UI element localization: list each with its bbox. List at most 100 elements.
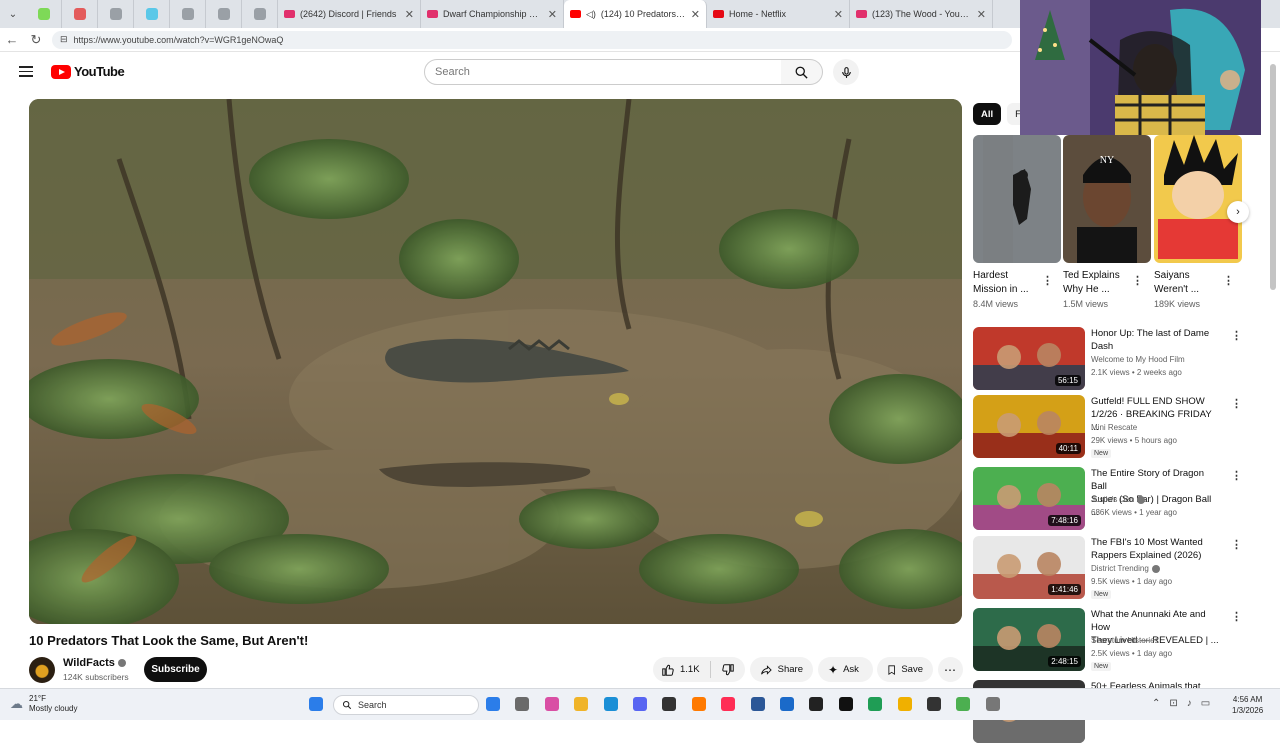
tab-search-chevron-icon[interactable]: ⌄	[0, 0, 26, 28]
taskbar-app-icon[interactable]	[486, 697, 500, 711]
speaker-icon[interactable]: ◁)	[586, 9, 596, 20]
network-icon[interactable]: ⊡	[1169, 698, 1177, 709]
page-scrollbar[interactable]	[1268, 56, 1278, 684]
browser-tab[interactable]: ◁) (124) 10 Predators That L ✕	[564, 0, 707, 28]
ask-button[interactable]: ✦ Ask	[818, 657, 873, 682]
taskbar-app-icon[interactable]	[897, 697, 912, 711]
scrollbar-thumb[interactable]	[1270, 64, 1276, 290]
recommended-video[interactable]: 7:48:16 The Entire Story of Dragon Ball Su…	[973, 467, 1253, 531]
recommended-video[interactable]: 2:48:15 What the Anunnaki Ate and How They…	[973, 608, 1253, 672]
recommended-more-icon[interactable]: ⋮	[1231, 538, 1242, 551]
recommended-thumbnail[interactable]: 7:48:16	[973, 467, 1085, 530]
taskbar-app-icon[interactable]	[750, 697, 765, 711]
dislike-button[interactable]	[711, 663, 745, 677]
taskbar-app-icon[interactable]	[868, 697, 883, 711]
back-arrow-icon[interactable]: ←	[0, 28, 24, 52]
tab-close-icon[interactable]: ✕	[977, 8, 986, 21]
short-thumbnail[interactable]	[973, 135, 1061, 263]
subscribe-button[interactable]: Subscribe	[144, 657, 207, 682]
recommended-video[interactable]: 1:41:46 The FBI's 10 Most Wanted Rappers E…	[973, 536, 1253, 600]
short-more-icon[interactable]: ⋮	[1223, 274, 1234, 287]
pinned-tab[interactable]	[62, 0, 98, 28]
taskbar-app-icon[interactable]	[956, 697, 971, 711]
pinned-tab[interactable]	[26, 0, 62, 28]
search-button[interactable]	[781, 59, 823, 85]
recommended-channel[interactable]: Justin's Den	[1091, 495, 1146, 504]
taskbar-app-icon[interactable]	[574, 697, 589, 711]
tab-close-icon[interactable]: ✕	[834, 8, 843, 21]
pinned-tab[interactable]	[242, 0, 278, 28]
tab-title: Dwarf Championship KO - Yo	[443, 9, 543, 19]
taskbar-app-icon[interactable]	[515, 697, 530, 711]
recommended-thumbnail[interactable]: 56:15	[973, 327, 1085, 390]
channel-name-link[interactable]: WildFacts	[63, 657, 126, 669]
taskbar-app-icon[interactable]	[691, 697, 706, 711]
taskbar-app-icon[interactable]	[927, 697, 941, 711]
recommended-channel[interactable]: Secretum Histories	[1091, 636, 1159, 645]
pinned-tab[interactable]	[98, 0, 134, 28]
chip-all[interactable]: All	[973, 103, 1002, 125]
tab-favicon-icon	[284, 10, 295, 18]
taskbar-search-box[interactable]: Search	[333, 695, 479, 715]
short-more-icon[interactable]: ⋮	[1042, 274, 1053, 287]
pinned-tab[interactable]	[206, 0, 242, 28]
weather-widget[interactable]: ☁ 21°F Mostly cloudy	[10, 694, 77, 714]
recommended-thumbnail[interactable]: 1:41:46	[973, 536, 1085, 599]
save-button[interactable]: Save	[877, 657, 933, 682]
recommended-more-icon[interactable]: ⋮	[1231, 610, 1242, 623]
recommended-video[interactable]: 40:11 Gutfeld! FULL END SHOW 1/2/26 · BREA…	[973, 395, 1253, 459]
tab-close-icon[interactable]: ✕	[691, 8, 700, 21]
like-button[interactable]: 1.1K	[653, 661, 711, 678]
browser-tab[interactable]: (123) The Wood - YouTube ✕	[850, 0, 993, 28]
taskbar-app-icon[interactable]	[662, 697, 677, 711]
video-player[interactable]	[29, 99, 962, 624]
tray-overflow-chevron-icon[interactable]: ⌃	[1152, 698, 1160, 709]
recommended-channel[interactable]: District Trending	[1091, 564, 1160, 573]
short-thumbnail[interactable]: NY	[1063, 135, 1151, 263]
taskbar-app-icon[interactable]	[603, 697, 618, 711]
youtube-logo[interactable]: YouTube	[51, 64, 125, 79]
reload-icon[interactable]: ↻	[24, 28, 48, 52]
channel-avatar[interactable]	[29, 657, 55, 683]
recommended-channel[interactable]: Mini Rescate	[1091, 423, 1137, 432]
start-windows-icon[interactable]	[309, 697, 323, 711]
menu-hamburger-icon[interactable]	[19, 66, 33, 77]
recommended-video[interactable]: 56:15 Honor Up: The last of Dame Dash Welco…	[973, 327, 1253, 391]
taskbar-app-icon[interactable]	[809, 697, 824, 711]
pinned-tab[interactable]	[134, 0, 170, 28]
volume-icon[interactable]: ♪	[1187, 698, 1192, 709]
short-more-icon[interactable]: ⋮	[1132, 274, 1143, 287]
search-input[interactable]: Search	[424, 59, 782, 85]
battery-icon[interactable]: ▭	[1201, 698, 1210, 709]
recommended-meta: 2.1K views • 2 weeks ago	[1091, 368, 1182, 377]
short-card[interactable]: NY Ted Explains Why He ... 1.5M views ⋮	[1063, 135, 1151, 309]
browser-tab[interactable]: (2642) Discord | Friends ✕	[278, 0, 421, 28]
site-info-icon[interactable]: ⊟	[60, 34, 68, 45]
recommended-thumbnail[interactable]: 2:48:15	[973, 608, 1085, 671]
shorts-next-arrow-icon[interactable]: ›	[1227, 201, 1249, 223]
url-field[interactable]: ⊟ https://www.youtube.com/watch?v=WGR1ge…	[52, 30, 1012, 49]
recommended-more-icon[interactable]: ⋮	[1231, 397, 1242, 410]
short-thumbnail[interactable]	[1154, 135, 1242, 263]
tab-close-icon[interactable]: ✕	[405, 8, 414, 21]
taskbar-app-icon[interactable]	[838, 697, 853, 711]
voice-search-button[interactable]	[833, 59, 859, 85]
browser-tab[interactable]: Dwarf Championship KO - Yo ✕	[421, 0, 564, 28]
tab-close-icon[interactable]: ✕	[548, 8, 557, 21]
share-button[interactable]: Share	[750, 657, 813, 682]
pinned-tab[interactable]	[170, 0, 206, 28]
browser-tab[interactable]: Home - Netflix ✕	[707, 0, 850, 28]
taskbar-app-icon[interactable]	[633, 697, 647, 711]
recommended-channel[interactable]: Welcome to My Hood Film	[1091, 355, 1185, 364]
short-card[interactable]: Hardest Mission in ... 8.4M views ⋮	[973, 135, 1061, 309]
taskbar-app-icon[interactable]	[721, 697, 736, 711]
short-card[interactable]: Saiyans Weren't ... 189K views ⋮	[1154, 135, 1242, 309]
taskbar-app-icon[interactable]	[780, 697, 794, 711]
recommended-more-icon[interactable]: ⋮	[1231, 469, 1242, 482]
taskbar-app-icon[interactable]	[544, 697, 559, 711]
recommended-thumbnail[interactable]: 40:11	[973, 395, 1085, 458]
taskbar-clock[interactable]: 4:56 AM 1/3/2026	[1232, 694, 1263, 716]
more-actions-button[interactable]: ⋯	[938, 657, 963, 682]
taskbar-app-icon[interactable]	[985, 697, 1000, 711]
recommended-more-icon[interactable]: ⋮	[1231, 329, 1242, 342]
